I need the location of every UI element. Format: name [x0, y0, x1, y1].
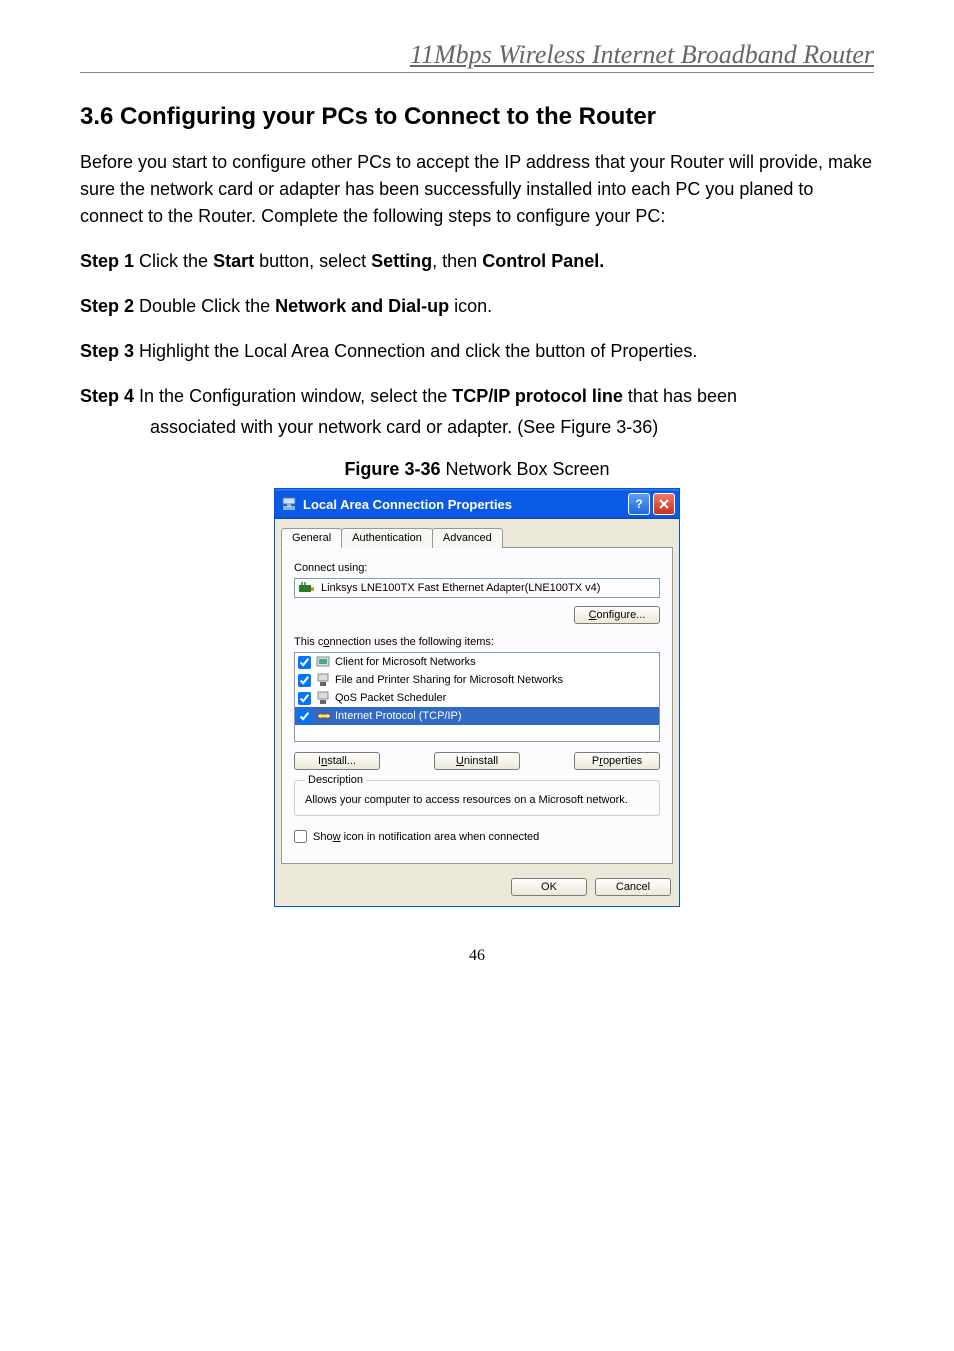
- close-button[interactable]: [653, 493, 675, 515]
- adapter-icon: [299, 582, 315, 594]
- items-label: This connection uses the following items…: [294, 636, 660, 648]
- list-item-label: File and Printer Sharing for Microsoft N…: [335, 674, 563, 686]
- checkbox[interactable]: [298, 674, 311, 687]
- adapter-name: Linksys LNE100TX Fast Ethernet Adapter(L…: [321, 582, 600, 594]
- dialog-title: Local Area Connection Properties: [303, 497, 512, 512]
- intro-paragraph: Before you start to configure other PCs …: [80, 149, 874, 230]
- checkbox[interactable]: [298, 692, 311, 705]
- figure-caption: Figure 3-36 Network Box Screen: [80, 459, 874, 480]
- step-4-bold-a: TCP/IP protocol line: [452, 386, 623, 406]
- titlebar[interactable]: Local Area Connection Properties ?: [275, 489, 679, 519]
- step-3-prefix: Step 3: [80, 341, 134, 361]
- step-1-bold-c: Control Panel.: [482, 251, 604, 271]
- properties-dialog: Local Area Connection Properties ? Gener…: [274, 488, 680, 907]
- tabstrip: General Authentication Advanced: [275, 519, 679, 547]
- tab-authentication[interactable]: Authentication: [341, 528, 433, 548]
- step-1-bold-a: Start: [213, 251, 254, 271]
- section-heading: 3.6 Configuring your PCs to Connect to t…: [80, 103, 874, 131]
- step-4-prefix: Step 4: [80, 386, 134, 406]
- step-4-text-b: that has been: [623, 386, 737, 406]
- configure-button[interactable]: Configure...: [574, 606, 660, 624]
- figure-caption-rest: Network Box Screen: [440, 459, 609, 479]
- network-icon: [281, 496, 297, 512]
- adapter-field[interactable]: Linksys LNE100TX Fast Ethernet Adapter(L…: [294, 578, 660, 598]
- description-fieldset: Description Allows your computer to acce…: [294, 780, 660, 816]
- install-button[interactable]: Install...: [294, 752, 380, 770]
- list-item[interactable]: File and Printer Sharing for Microsoft N…: [295, 671, 659, 689]
- figure-caption-bold: Figure 3-36: [344, 459, 440, 479]
- configure-btn-rest: onfigure...: [597, 609, 646, 621]
- step-2-text-a: Double Click the: [134, 296, 275, 316]
- step-3: Step 3 Highlight the Local Area Connecti…: [80, 338, 874, 365]
- step-4-text-a: In the Configuration window, select the: [134, 386, 452, 406]
- step-4-line2: associated with your network card or ada…: [80, 414, 874, 441]
- tab-advanced[interactable]: Advanced: [432, 528, 503, 548]
- list-item-label: Internet Protocol (TCP/IP): [335, 710, 462, 722]
- list-item-tcpip[interactable]: Internet Protocol (TCP/IP): [295, 707, 659, 725]
- cancel-button[interactable]: Cancel: [595, 878, 671, 896]
- qos-icon: [315, 690, 331, 706]
- list-item[interactable]: QoS Packet Scheduler: [295, 689, 659, 707]
- step-2: Step 2 Double Click the Network and Dial…: [80, 293, 874, 320]
- step-1-bold-b: Setting: [371, 251, 432, 271]
- step-1-text-a: Click the: [134, 251, 213, 271]
- step-2-text-b: icon.: [449, 296, 492, 316]
- description-legend: Description: [305, 774, 366, 786]
- step-2-bold-a: Network and Dial-up: [275, 296, 449, 316]
- page-number: 46: [80, 947, 874, 965]
- properties-button[interactable]: Properties: [574, 752, 660, 770]
- file-share-icon: [315, 672, 331, 688]
- step-2-prefix: Step 2: [80, 296, 134, 316]
- doc-header-title: 11Mbps Wireless Internet Broadband Route…: [80, 40, 874, 73]
- show-icon-checkbox[interactable]: [294, 830, 307, 843]
- step-1-text-c: , then: [432, 251, 482, 271]
- tcpip-icon: [315, 708, 331, 724]
- protocol-list[interactable]: Client for Microsoft Networks File and P…: [294, 652, 660, 742]
- tab-general[interactable]: General: [281, 528, 342, 548]
- show-icon-label: Show icon in notification area when conn…: [313, 831, 539, 843]
- client-icon: [315, 654, 331, 670]
- description-text: Allows your computer to access resources…: [305, 793, 649, 807]
- list-item-label: Client for Microsoft Networks: [335, 656, 476, 668]
- close-icon: [659, 499, 669, 509]
- list-item-label: QoS Packet Scheduler: [335, 692, 446, 704]
- step-1-prefix: Step 1: [80, 251, 134, 271]
- ok-button[interactable]: OK: [511, 878, 587, 896]
- uninstall-button[interactable]: Uninstall: [434, 752, 520, 770]
- help-button[interactable]: ?: [628, 493, 650, 515]
- step-3-text: Highlight the Local Area Connection and …: [134, 341, 697, 361]
- list-item[interactable]: Client for Microsoft Networks: [295, 653, 659, 671]
- checkbox[interactable]: [298, 710, 311, 723]
- checkbox[interactable]: [298, 656, 311, 669]
- step-1: Step 1 Click the Start button, select Se…: [80, 248, 874, 275]
- connect-using-label: Connect using:: [294, 562, 660, 574]
- tab-panel-general: Connect using: Linksys LNE100TX Fast Eth…: [281, 547, 673, 864]
- step-4: Step 4 In the Configuration window, sele…: [80, 383, 874, 410]
- step-1-text-b: button, select: [254, 251, 371, 271]
